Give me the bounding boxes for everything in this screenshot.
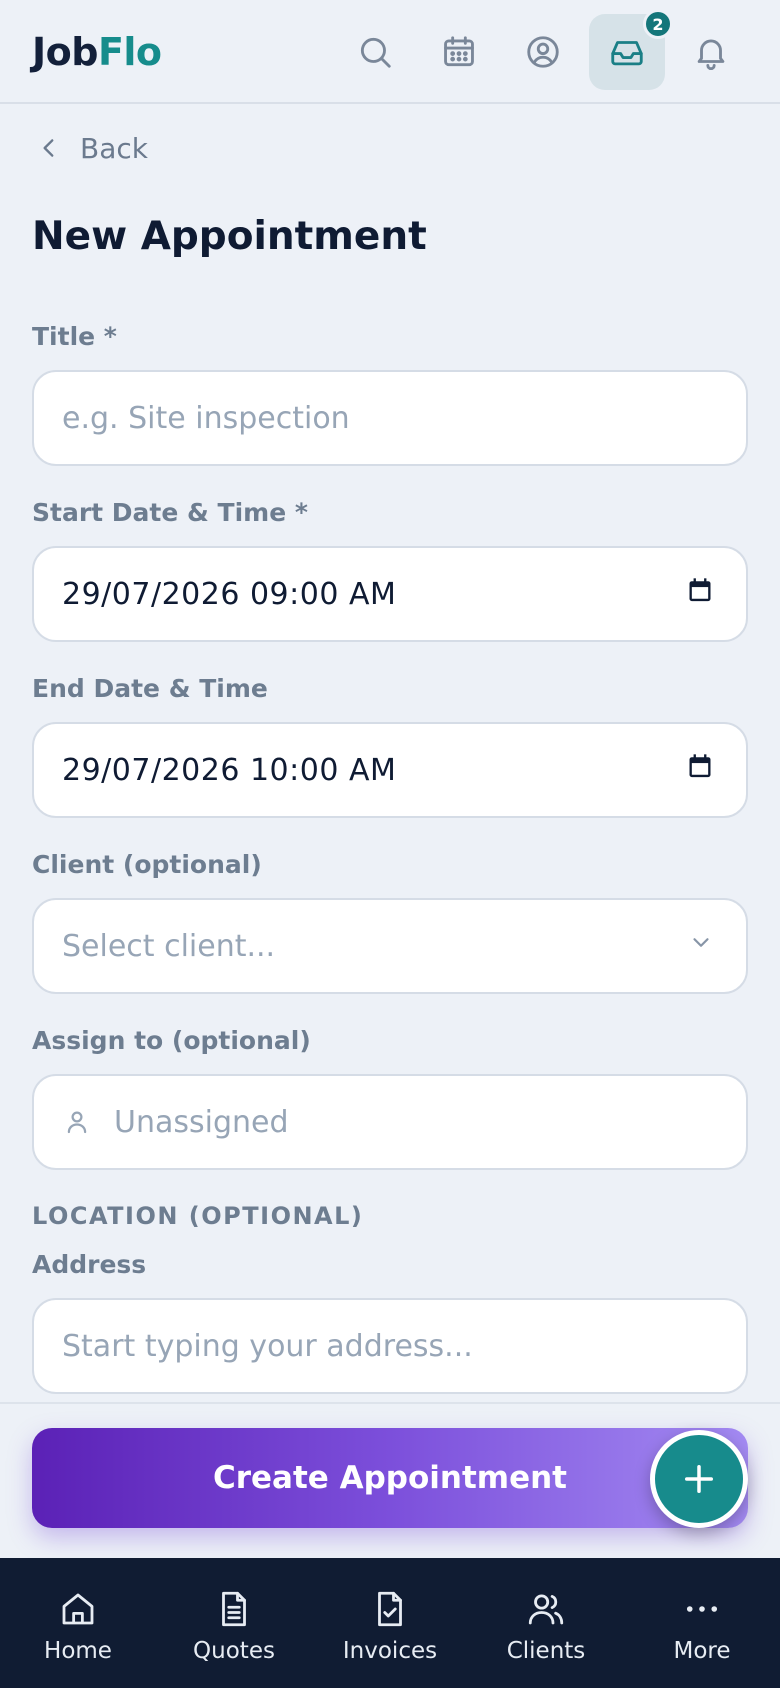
nav-home[interactable]: Home: [0, 1558, 156, 1688]
location-section-heading: LOCATION (OPTIONAL): [32, 1202, 364, 1230]
nav-quotes[interactable]: Quotes: [156, 1558, 312, 1688]
start-datetime-value: 29/07/2026 09:00 AM: [62, 576, 397, 612]
inbox-badge: 2: [643, 9, 673, 39]
nav-clients[interactable]: Clients: [468, 1558, 624, 1688]
calendar-button[interactable]: [421, 14, 497, 90]
nav-more-label: More: [673, 1638, 731, 1664]
title-input[interactable]: e.g. Site inspection: [32, 370, 748, 466]
new-appointment-page: JobFlo 2 Back New Appointment Title * e.…: [0, 0, 780, 1688]
nav-home-label: Home: [44, 1638, 112, 1664]
document-icon: [222, 1591, 246, 1627]
user-icon: [62, 1107, 92, 1137]
inbox-button[interactable]: 2: [589, 9, 673, 90]
top-header: JobFlo 2: [0, 0, 780, 104]
add-fab-button[interactable]: [650, 1430, 748, 1528]
search-button[interactable]: [337, 14, 413, 90]
assign-label: Assign to (optional): [32, 1026, 311, 1055]
user-circle-icon: [527, 36, 559, 68]
start-calendar-picker[interactable]: [686, 576, 714, 612]
inbox-icon: [611, 41, 643, 66]
calendar-icon: [444, 36, 474, 67]
title-label: Title *: [32, 322, 117, 351]
end-datetime-label: End Date & Time: [32, 674, 268, 703]
home-icon: [62, 1593, 94, 1625]
bottom-nav: Home Quotes Invoices Clients More: [0, 1558, 780, 1688]
notifications-button[interactable]: [673, 14, 749, 90]
create-appointment-button[interactable]: Create Appointment: [32, 1428, 748, 1528]
app-logo[interactable]: JobFlo: [32, 30, 162, 74]
back-link[interactable]: Back: [36, 126, 148, 170]
assign-placeholder: Unassigned: [114, 1104, 289, 1140]
page-title: New Appointment: [32, 214, 427, 259]
assign-select[interactable]: Unassigned: [32, 1074, 748, 1170]
start-datetime-label: Start Date & Time *: [32, 498, 308, 527]
client-label: Client (optional): [32, 850, 262, 879]
nav-more[interactable]: More: [624, 1558, 780, 1688]
nav-invoices-label: Invoices: [342, 1638, 438, 1664]
nav-quotes-label: Quotes: [193, 1638, 275, 1664]
calendar-icon: [689, 754, 711, 778]
client-placeholder: Select client...: [62, 928, 276, 964]
nav-clients-label: Clients: [506, 1638, 586, 1664]
nav-invoices[interactable]: Invoices: [312, 1558, 468, 1688]
logo-part2: Flo: [97, 30, 162, 74]
more-dots-icon: [686, 1606, 718, 1612]
back-label: Back: [80, 131, 148, 165]
calendar-icon: [689, 578, 711, 602]
address-input[interactable]: Start typing your address...: [32, 1298, 748, 1394]
logo-part1: Job: [32, 30, 98, 74]
chevron-left-icon: [43, 139, 54, 157]
plus-icon: [685, 1465, 713, 1493]
address-placeholder: Start typing your address...: [62, 1328, 473, 1364]
end-datetime-input[interactable]: 29/07/2026 10:00 AM: [32, 722, 748, 818]
client-select[interactable]: Select client...: [32, 898, 748, 994]
end-calendar-picker[interactable]: [686, 752, 714, 788]
bell-icon: [697, 39, 725, 70]
start-datetime-input[interactable]: 29/07/2026 09:00 AM: [32, 546, 748, 642]
users-icon: [528, 1594, 564, 1625]
search-icon: [360, 37, 391, 68]
invoice-check-icon: [378, 1591, 402, 1627]
chevron-down-icon: [688, 929, 714, 964]
address-label: Address: [32, 1250, 147, 1279]
profile-button[interactable]: [505, 14, 581, 90]
title-placeholder: e.g. Site inspection: [62, 400, 350, 436]
end-datetime-value: 29/07/2026 10:00 AM: [62, 752, 397, 788]
